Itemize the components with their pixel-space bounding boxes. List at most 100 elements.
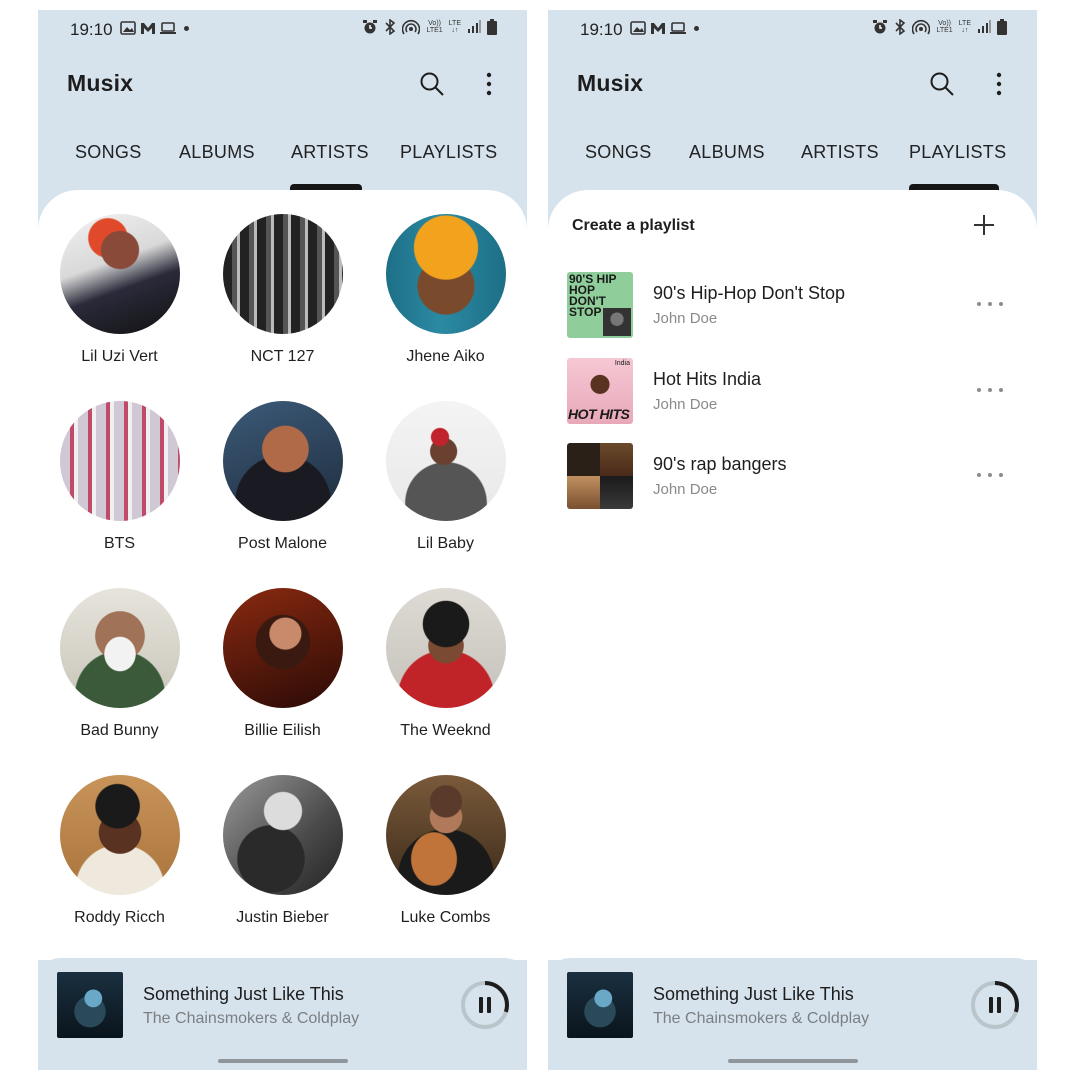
- artist-item[interactable]: Billie Eilish: [201, 588, 364, 740]
- playlist-item[interactable]: 90'S HIP HOP DON'T STOP 90's Hip-Hop Don…: [548, 272, 1037, 340]
- search-icon: [930, 72, 954, 96]
- status-time: 19:10: [580, 20, 623, 39]
- artist-item[interactable]: Roddy Ricch: [38, 775, 201, 927]
- artist-name: Post Malone: [238, 535, 327, 552]
- search-button[interactable]: [928, 70, 956, 98]
- tab-songs[interactable]: SONGS: [585, 142, 652, 163]
- tab-albums[interactable]: ALBUMS: [179, 142, 255, 163]
- playlists-screen: 19:10 Vo)) LTE1 LTE ↓↑ Musix SONGS ALBUM…: [548, 10, 1037, 1070]
- home-indicator: [218, 1059, 348, 1063]
- lte-data-indicator: LTE ↓↑: [448, 20, 461, 34]
- artist-name: NCT 127: [250, 348, 315, 365]
- app-title: Musix: [67, 70, 134, 96]
- more-vertical-icon: [996, 72, 1002, 96]
- lte-indicator: Vo)) LTE1: [936, 20, 953, 34]
- tab-playlists[interactable]: PLAYLISTS: [400, 142, 497, 163]
- artist-item[interactable]: Justin Bieber: [201, 775, 364, 927]
- now-playing-bar[interactable]: Something Just Like This The Chainsmoker…: [548, 958, 1037, 1070]
- artist-name: Luke Combs: [400, 909, 491, 926]
- more-horizontal-icon[interactable]: [977, 300, 1003, 308]
- tab-bar: SONGS ALBUMS ARTISTS PLAYLISTS: [548, 142, 1037, 190]
- artist-avatar: [222, 588, 343, 708]
- notification-dot-icon: [184, 25, 189, 31]
- now-playing-bar[interactable]: Something Just Like This The Chainsmoker…: [38, 958, 527, 1070]
- laptop-icon: [160, 22, 176, 34]
- search-button[interactable]: [418, 70, 446, 98]
- pause-progress-icon: [971, 981, 1019, 1029]
- mail-icon: [651, 23, 665, 34]
- artist-avatar: [222, 775, 343, 895]
- artist-avatar: [59, 588, 180, 708]
- playlist-item[interactable]: 90's rap bangers John Doe: [548, 443, 1037, 511]
- battery-icon: [997, 19, 1007, 35]
- pause-button[interactable]: [460, 980, 510, 1030]
- artist-name: Lil Uzi Vert: [81, 348, 158, 365]
- create-playlist-row[interactable]: Create a playlist: [548, 190, 1037, 262]
- artist-item[interactable]: BTS: [38, 401, 201, 553]
- artist-item[interactable]: Lil Uzi Vert: [38, 214, 201, 366]
- playlist-title: Hot Hits India: [653, 369, 762, 389]
- artist-avatar: [385, 775, 506, 895]
- plus-icon[interactable]: [971, 212, 997, 238]
- gallery-icon: [120, 21, 136, 35]
- artist-avatar: [222, 214, 343, 334]
- artist-item[interactable]: NCT 127: [201, 214, 364, 366]
- artist-avatar: [385, 588, 506, 708]
- playlist-title: 90's Hip-Hop Don't Stop: [653, 283, 845, 303]
- alarm-icon: [363, 20, 378, 34]
- search-icon: [420, 72, 444, 96]
- tab-albums[interactable]: ALBUMS: [689, 142, 765, 163]
- hotspot-icon: [402, 19, 421, 35]
- artist-item[interactable]: Luke Combs: [364, 775, 527, 927]
- artist-name: Bad Bunny: [80, 722, 159, 739]
- playlist-cover: India HOT HITS: [567, 358, 633, 424]
- notification-dot-icon: [694, 25, 699, 31]
- alarm-icon: [873, 20, 888, 34]
- more-horizontal-icon[interactable]: [977, 471, 1003, 479]
- artist-avatar: [385, 214, 506, 334]
- playlist-owner: John Doe: [653, 396, 718, 413]
- bluetooth-icon: [895, 19, 906, 35]
- artist-name: Jhene Aiko: [406, 348, 485, 365]
- artist-name: BTS: [103, 535, 136, 552]
- artists-screen: 19:10 Vo)) LTE1 LTE ↓↑ Musix SONGS ALBUM…: [38, 10, 527, 1070]
- artist-name: Justin Bieber: [236, 909, 329, 926]
- mail-icon: [141, 23, 155, 34]
- hotspot-icon: [912, 19, 931, 35]
- pause-button[interactable]: [970, 980, 1020, 1030]
- laptop-icon: [670, 22, 686, 34]
- home-indicator: [728, 1059, 858, 1063]
- create-playlist-label: Create a playlist: [572, 217, 695, 234]
- playlist-cover: [567, 443, 633, 509]
- artist-name: The Weeknd: [400, 722, 491, 739]
- now-playing-artist: The Chainsmokers & Coldplay: [143, 1010, 360, 1027]
- now-playing-artwork: [57, 972, 123, 1038]
- tab-bar: SONGS ALBUMS ARTISTS PLAYLISTS: [38, 142, 527, 190]
- overflow-menu-button[interactable]: [478, 70, 500, 98]
- now-playing-title: Something Just Like This: [143, 984, 344, 1004]
- more-horizontal-icon[interactable]: [977, 386, 1003, 394]
- app-title: Musix: [577, 70, 644, 96]
- tab-artists[interactable]: ARTISTS: [291, 142, 369, 163]
- artist-name: Billie Eilish: [244, 722, 321, 739]
- signal-icon: [468, 20, 481, 33]
- signal-icon: [978, 20, 991, 33]
- artist-avatar: [59, 214, 180, 334]
- artist-item[interactable]: Post Malone: [201, 401, 364, 553]
- overflow-menu-button[interactable]: [988, 70, 1010, 98]
- artist-item[interactable]: Jhene Aiko: [364, 214, 527, 366]
- now-playing-artist: The Chainsmokers & Coldplay: [653, 1010, 870, 1027]
- artist-item[interactable]: Lil Baby: [364, 401, 527, 553]
- battery-icon: [487, 19, 497, 35]
- tab-songs[interactable]: SONGS: [75, 142, 142, 163]
- now-playing-title: Something Just Like This: [653, 984, 854, 1004]
- tab-playlists[interactable]: PLAYLISTS: [909, 142, 1006, 163]
- playlist-owner: John Doe: [653, 481, 718, 498]
- status-bar: 19:10 Vo)) LTE1 LTE ↓↑: [38, 10, 527, 50]
- status-bar: 19:10 Vo)) LTE1 LTE ↓↑: [548, 10, 1037, 50]
- artist-item[interactable]: Bad Bunny: [38, 588, 201, 740]
- playlist-item[interactable]: India HOT HITS Hot Hits India John Doe: [548, 358, 1037, 426]
- artist-item[interactable]: The Weeknd: [364, 588, 527, 740]
- pause-progress-icon: [461, 981, 509, 1029]
- tab-artists[interactable]: ARTISTS: [801, 142, 879, 163]
